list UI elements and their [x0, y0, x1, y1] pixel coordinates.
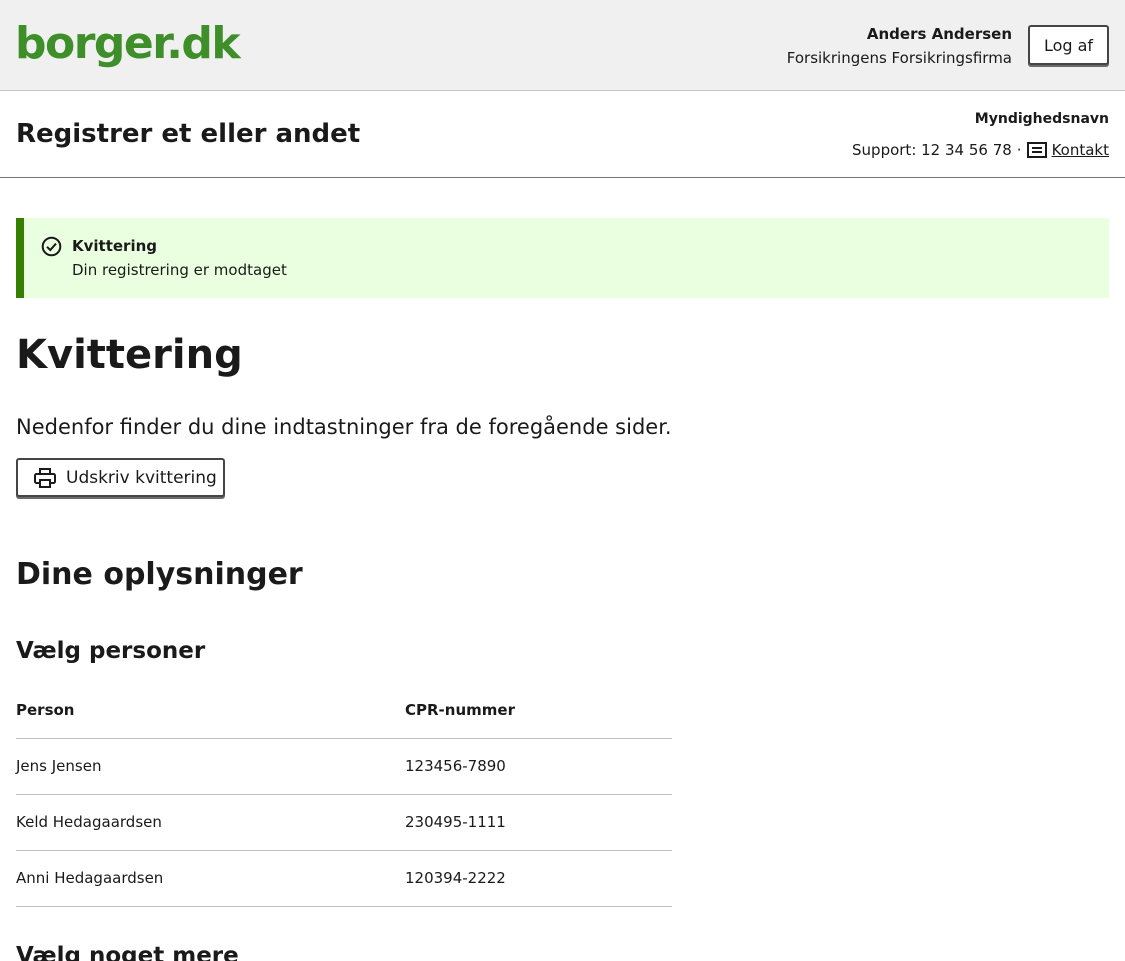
subsection-heading: Vælg personer — [16, 638, 206, 664]
service-header: Registrer et eller andet Myndighedsnavn … — [0, 91, 1125, 178]
section-heading: Dine oplysninger — [16, 557, 303, 592]
person-name: Jens Jensen — [16, 738, 405, 795]
table-row: Jens Jensen 123456-7890 — [16, 738, 672, 795]
support-line: Support: 12 34 56 78 · Kontakt — [852, 140, 1109, 160]
person-name: Keld Hedagaardsen — [16, 794, 405, 851]
user-info: Anders Andersen Forsikringens Forsikring… — [787, 24, 1012, 68]
cpr-number: 230495-1111 — [405, 794, 672, 851]
print-receipt-button[interactable]: Udskriv kvittering — [16, 458, 225, 497]
authority-name: Myndighedsnavn — [974, 111, 1109, 127]
support-phone: Support: 12 34 56 78 — [852, 141, 1012, 159]
cpr-number: 123456-7890 — [405, 738, 672, 795]
print-button-label: Udskriv kvittering — [66, 467, 217, 488]
table-row: Anni Hedagaardsen 120394-2222 — [16, 850, 672, 907]
person-name: Anni Hedagaardsen — [16, 850, 405, 907]
support-separator: · — [1016, 141, 1022, 159]
check-circle-icon — [41, 236, 62, 257]
user-name: Anders Andersen — [866, 25, 1012, 43]
contact-link[interactable]: Kontakt — [1052, 140, 1109, 160]
persons-table: Person CPR-nummer Jens Jensen 123456-789… — [16, 682, 672, 907]
borger-dk-logo[interactable]: borger.dk — [15, 18, 241, 70]
table-row: Keld Hedagaardsen 230495-1111 — [16, 794, 672, 851]
logout-button[interactable]: Log af — [1028, 25, 1109, 65]
message-lines-icon — [1026, 142, 1047, 158]
success-alert: Kvittering Din registrering er modtaget — [16, 218, 1109, 298]
service-title: Registrer et eller andet — [16, 119, 361, 149]
cpr-number: 120394-2222 — [405, 850, 672, 907]
user-organization: Forsikringens Forsikringsfirma — [786, 49, 1012, 67]
column-header-person: Person — [16, 682, 405, 739]
alert-text: Din registrering er modtaget — [72, 261, 287, 279]
next-subsection-heading: Vælg noget mere — [16, 943, 239, 961]
page-title: Kvittering — [16, 332, 243, 378]
intro-text: Nedenfor finder du dine indtastninger fr… — [16, 415, 672, 439]
alert-title: Kvittering — [72, 237, 158, 255]
printer-icon — [34, 467, 56, 488]
site-header: borger.dk Anders Andersen Forsikringens … — [0, 0, 1125, 91]
table-header-row: Person CPR-nummer — [16, 682, 672, 739]
column-header-cpr: CPR-nummer — [405, 682, 672, 739]
